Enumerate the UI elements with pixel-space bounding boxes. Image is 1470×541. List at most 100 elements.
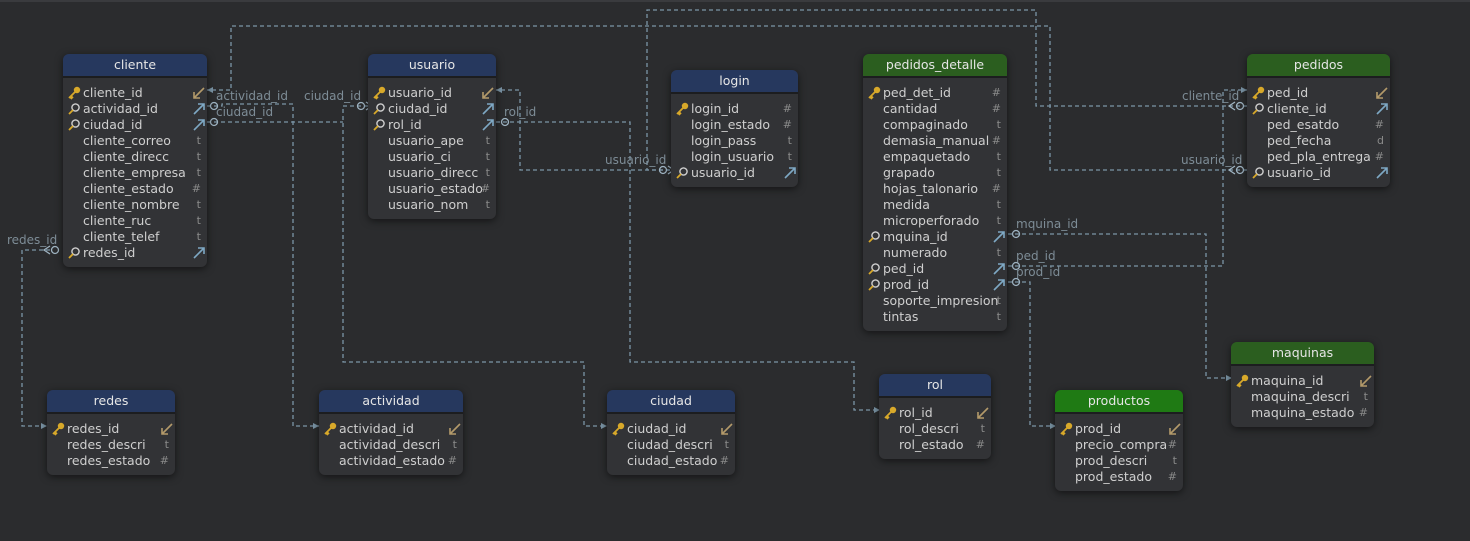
incoming-reference-arrow-icon[interactable] — [976, 406, 990, 420]
field-row[interactable]: empaquetado t — [863, 149, 1007, 165]
field-row[interactable]: actividad_descri t — [319, 437, 463, 453]
field-row[interactable]: cliente_id — [1247, 101, 1390, 117]
field-row[interactable]: demasia_manual # — [863, 133, 1007, 149]
field-row[interactable]: ciudad_id — [368, 101, 496, 117]
field-row[interactable]: actividad_id — [319, 421, 463, 437]
field-row[interactable]: hojas_talonario # — [863, 181, 1007, 197]
field-row[interactable]: actividad_estado # — [319, 453, 463, 469]
field-row[interactable]: precio_compra # — [1055, 437, 1183, 453]
entity-title[interactable]: rol — [879, 374, 991, 398]
field-row[interactable]: ped_id — [863, 261, 1007, 277]
field-row[interactable]: rol_descri t — [879, 421, 991, 437]
field-row[interactable]: usuario_direcc t — [368, 165, 496, 181]
field-row[interactable]: usuario_estado # — [368, 181, 496, 197]
field-row[interactable]: cliente_empresa t — [63, 165, 207, 181]
field-row[interactable]: ped_pla_entrega # — [1247, 149, 1390, 165]
field-row[interactable]: redes_estado # — [47, 453, 175, 469]
entity-title[interactable]: maquinas — [1231, 342, 1374, 366]
field-row[interactable]: cliente_estado # — [63, 181, 207, 197]
incoming-reference-arrow-icon[interactable] — [1359, 374, 1373, 388]
field-row[interactable]: cliente_nombre t — [63, 197, 207, 213]
outgoing-reference-arrow-icon[interactable] — [1375, 102, 1389, 116]
outgoing-reference-arrow-icon[interactable] — [992, 262, 1006, 276]
field-row[interactable]: ciudad_id — [607, 421, 735, 437]
entity-maquinas[interactable]: maquinas maquina_id maquina_descri t maquina… — [1231, 342, 1374, 427]
field-row[interactable]: rol_estado # — [879, 437, 991, 453]
outgoing-reference-arrow-icon[interactable] — [481, 118, 495, 132]
field-row[interactable]: actividad_id — [63, 101, 207, 117]
incoming-reference-arrow-icon[interactable] — [192, 86, 206, 100]
outgoing-reference-arrow-icon[interactable] — [192, 246, 206, 260]
er-diagram-canvas[interactable]: cliente cliente_id actividad_id ciudad_id cl… — [0, 0, 1470, 541]
incoming-reference-arrow-icon[interactable] — [448, 422, 462, 436]
outgoing-reference-arrow-icon[interactable] — [1375, 166, 1389, 180]
field-row[interactable]: ped_fecha d — [1247, 133, 1390, 149]
field-row[interactable]: usuario_id — [671, 165, 798, 181]
entity-title[interactable]: usuario — [368, 54, 496, 78]
incoming-reference-arrow-icon[interactable] — [1375, 86, 1389, 100]
entity-rol[interactable]: rol rol_id rol_descri t rol_estado # — [879, 374, 991, 459]
field-row[interactable]: medida t — [863, 197, 1007, 213]
entity-title[interactable]: cliente — [63, 54, 207, 78]
field-row[interactable]: cliente_telef t — [63, 229, 207, 245]
field-row[interactable]: rol_id — [368, 117, 496, 133]
field-row[interactable]: tintas t — [863, 309, 1007, 325]
entity-pedidos-detalle[interactable]: pedidos_detalle ped_det_id # cantidad # compa… — [863, 54, 1007, 331]
outgoing-reference-arrow-icon[interactable] — [992, 230, 1006, 244]
entity-title[interactable]: actividad — [319, 390, 463, 414]
entity-cliente[interactable]: cliente cliente_id actividad_id ciudad_id cl… — [63, 54, 207, 267]
field-row[interactable]: ped_esatdo # — [1247, 117, 1390, 133]
field-row[interactable]: maquina_id — [1231, 373, 1374, 389]
outgoing-reference-arrow-icon[interactable] — [783, 166, 797, 180]
entity-usuario[interactable]: usuario usuario_id ciudad_id rol_id usuario_… — [368, 54, 496, 219]
field-row[interactable]: redes_descri t — [47, 437, 175, 453]
field-row[interactable]: prod_estado # — [1055, 469, 1183, 485]
field-row[interactable]: prod_id — [1055, 421, 1183, 437]
entity-pedidos[interactable]: pedidos ped_id cliente_id ped_esatdo # ped_fe… — [1247, 54, 1390, 187]
field-row[interactable]: compaginado t — [863, 117, 1007, 133]
field-row[interactable]: soporte_impresion t — [863, 293, 1007, 309]
entity-redes[interactable]: redes redes_id redes_descri t redes_estado # — [47, 390, 175, 475]
field-row[interactable]: prod_descri t — [1055, 453, 1183, 469]
incoming-reference-arrow-icon[interactable] — [160, 422, 174, 436]
field-row[interactable]: login_usuario t — [671, 149, 798, 165]
field-row[interactable]: maquina_descri t — [1231, 389, 1374, 405]
entity-title[interactable]: pedidos_detalle — [863, 54, 1007, 78]
field-row[interactable]: ped_det_id # — [863, 85, 1007, 101]
entity-title[interactable]: ciudad — [607, 390, 735, 414]
incoming-reference-arrow-icon[interactable] — [720, 422, 734, 436]
incoming-reference-arrow-icon[interactable] — [481, 86, 495, 100]
entity-title[interactable]: redes — [47, 390, 175, 414]
incoming-reference-arrow-icon[interactable] — [1168, 422, 1182, 436]
outgoing-reference-arrow-icon[interactable] — [992, 278, 1006, 292]
entity-title[interactable]: productos — [1055, 390, 1183, 414]
entity-ciudad[interactable]: ciudad ciudad_id ciudad_descri t ciudad_esta… — [607, 390, 735, 475]
entity-productos[interactable]: productos prod_id precio_compra # prod_descr… — [1055, 390, 1183, 491]
field-row[interactable]: ciudad_id — [63, 117, 207, 133]
field-row[interactable]: ciudad_descri t — [607, 437, 735, 453]
field-row[interactable]: usuario_id — [1247, 165, 1390, 181]
outgoing-reference-arrow-icon[interactable] — [192, 118, 206, 132]
field-row[interactable]: cantidad # — [863, 101, 1007, 117]
field-row[interactable]: rol_id — [879, 405, 991, 421]
field-row[interactable]: redes_id — [63, 245, 207, 261]
field-row[interactable]: redes_id — [47, 421, 175, 437]
field-row[interactable]: cliente_direcc t — [63, 149, 207, 165]
outgoing-reference-arrow-icon[interactable] — [481, 102, 495, 116]
entity-login[interactable]: login login_id # login_estado # login_pass t lo… — [671, 70, 798, 187]
field-row[interactable]: login_id # — [671, 101, 798, 117]
field-row[interactable]: mquina_id — [863, 229, 1007, 245]
field-row[interactable]: login_estado # — [671, 117, 798, 133]
field-row[interactable]: grapado t — [863, 165, 1007, 181]
field-row[interactable]: cliente_id — [63, 85, 207, 101]
field-row[interactable]: usuario_ci t — [368, 149, 496, 165]
field-row[interactable]: ciudad_estado # — [607, 453, 735, 469]
entity-title[interactable]: pedidos — [1247, 54, 1390, 78]
field-row[interactable]: login_pass t — [671, 133, 798, 149]
field-row[interactable]: prod_id — [863, 277, 1007, 293]
field-row[interactable]: microperforado t — [863, 213, 1007, 229]
field-row[interactable]: maquina_estado # — [1231, 405, 1374, 421]
field-row[interactable]: cliente_correo t — [63, 133, 207, 149]
field-row[interactable]: usuario_ape t — [368, 133, 496, 149]
entity-title[interactable]: login — [671, 70, 798, 94]
